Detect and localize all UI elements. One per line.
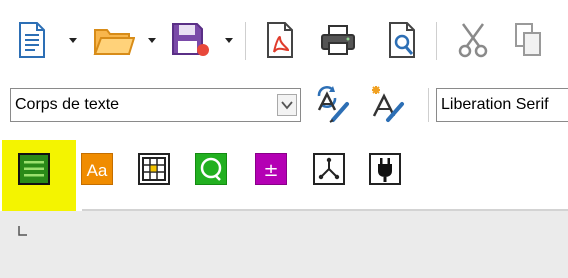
scissors-icon xyxy=(458,23,488,58)
open-dropdown[interactable] xyxy=(146,34,158,46)
gallery-deck-button[interactable] xyxy=(138,153,170,185)
extension-deck-button[interactable] xyxy=(369,153,401,185)
export-pdf-icon xyxy=(267,22,293,58)
manage-changes-icon: ± xyxy=(263,160,278,181)
new-document-dropdown[interactable] xyxy=(67,34,79,46)
save-button[interactable] xyxy=(171,22,211,58)
navigator-icon xyxy=(200,157,222,181)
toolbar-separator xyxy=(428,88,429,122)
document-area xyxy=(0,211,568,278)
properties-deck-button[interactable] xyxy=(18,153,50,185)
navigator-deck-button[interactable] xyxy=(195,153,227,185)
toolbar-separator xyxy=(245,22,246,60)
chevron-down-icon xyxy=(225,38,233,43)
toolbar-separator xyxy=(436,22,437,60)
plug-icon xyxy=(378,158,392,182)
text-boundary-corner-icon xyxy=(18,226,27,236)
properties-icon xyxy=(24,161,44,177)
manage-changes-deck-button[interactable]: ± xyxy=(255,153,287,185)
chevron-down-icon xyxy=(69,38,77,43)
cut-button[interactable] xyxy=(457,22,489,58)
open-button[interactable] xyxy=(93,26,135,56)
export-pdf-button[interactable] xyxy=(266,22,294,58)
paragraph-style-dropdown-button[interactable] xyxy=(277,94,297,116)
copy-button[interactable] xyxy=(514,22,544,58)
gallery-icon xyxy=(142,157,166,181)
design-icon xyxy=(318,157,340,180)
copy-icon xyxy=(515,23,541,56)
printer-icon xyxy=(321,25,355,55)
print-preview-button[interactable] xyxy=(388,22,418,58)
paragraph-style-value[interactable]: Corps de texte xyxy=(15,89,119,121)
chevron-down-icon xyxy=(148,38,156,43)
new-document-icon xyxy=(19,22,45,58)
svg-text:Aa: Aa xyxy=(87,161,108,180)
svg-text:±: ± xyxy=(263,160,278,181)
styles-deck-button[interactable]: Aa xyxy=(81,153,113,185)
new-style-icon xyxy=(372,86,404,122)
design-deck-button[interactable] xyxy=(313,153,345,185)
print-preview-icon xyxy=(389,22,415,58)
save-icon xyxy=(172,23,209,56)
print-button[interactable] xyxy=(320,24,356,56)
styles-icon: Aa xyxy=(87,161,108,180)
new-document-button[interactable] xyxy=(18,22,46,58)
standard-toolbar xyxy=(0,0,568,80)
open-folder-icon xyxy=(93,29,135,55)
font-name-value[interactable]: Liberation Serif xyxy=(441,89,549,121)
save-dropdown[interactable] xyxy=(223,34,235,46)
new-style-button[interactable] xyxy=(366,84,406,124)
update-style-icon xyxy=(317,86,349,123)
paragraph-style-combobox[interactable]: Corps de texte xyxy=(10,88,301,122)
update-style-button[interactable] xyxy=(313,84,351,124)
chevron-down-icon xyxy=(281,101,293,110)
font-name-combobox[interactable]: Liberation Serif xyxy=(436,88,568,122)
